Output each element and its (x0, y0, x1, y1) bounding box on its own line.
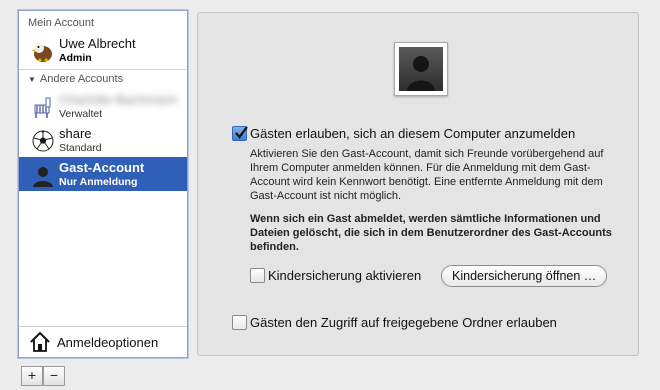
guest-warning: Wenn sich ein Gast abmeldet, werden sämt… (250, 213, 612, 253)
guest-description: Aktivieren Sie den Gast-Account, damit s… (250, 148, 604, 202)
allow-guests-label[interactable]: Gästen erlauben, sich an diesem Computer… (250, 126, 575, 141)
guest-silhouette-icon (33, 167, 53, 187)
open-parental-controls-button[interactable]: Kindersicherung öffnen … (441, 265, 608, 287)
user-name: share (59, 126, 92, 141)
add-user-button[interactable]: + (21, 366, 43, 386)
zebra-avatar-icon (34, 97, 51, 118)
soccer-ball-avatar-icon (32, 130, 54, 152)
login-options-item[interactable]: Anmeldeoptionen (19, 326, 187, 357)
other-accounts-header[interactable]: ▼ Andere Accounts (28, 73, 123, 85)
sidebar-item-uwe-albrecht[interactable]: Uwe Albrecht Admin (19, 33, 187, 67)
user-picture[interactable] (394, 42, 448, 96)
eagle-avatar-icon (32, 43, 52, 62)
shared-folders-checkbox[interactable] (232, 315, 247, 330)
login-options-label: Anmeldeoptionen (57, 335, 159, 350)
user-name: Gast-Account (59, 160, 145, 175)
user-name: Uwe Albrecht (59, 36, 136, 51)
accounts-sidebar: Mein Account Uwe Albrecht Admin ▼ Andere … (18, 10, 188, 358)
disclosure-triangle-icon[interactable]: ▼ (28, 75, 36, 84)
user-role: Nur Anmeldung (59, 176, 138, 188)
my-account-header: Mein Account (28, 17, 95, 29)
parental-controls-label[interactable]: Kindersicherung aktivieren (268, 268, 421, 283)
house-icon (30, 331, 50, 352)
user-name: Charlotte Bachmann (59, 92, 178, 107)
allow-guests-checkbox[interactable] (232, 126, 248, 141)
sidebar-item-share[interactable]: share Standard (19, 123, 187, 157)
checkmark-icon (235, 126, 248, 139)
guest-settings-panel: Gästen erlauben, sich an diesem Computer… (197, 12, 639, 356)
user-role: Standard (59, 142, 102, 154)
parental-controls-checkbox[interactable] (250, 268, 265, 283)
shared-folders-label[interactable]: Gästen den Zugriff auf freigegebene Ordn… (250, 315, 557, 330)
user-role: Admin (59, 52, 92, 64)
guest-silhouette-icon (407, 56, 435, 91)
sidebar-item-managed-user[interactable]: Charlotte Bachmann Verwaltet (19, 89, 187, 123)
sidebar-item-guest-account[interactable]: Gast-Account Nur Anmeldung (19, 157, 187, 191)
user-role: Verwaltet (59, 108, 103, 120)
remove-user-button[interactable]: − (43, 366, 65, 386)
